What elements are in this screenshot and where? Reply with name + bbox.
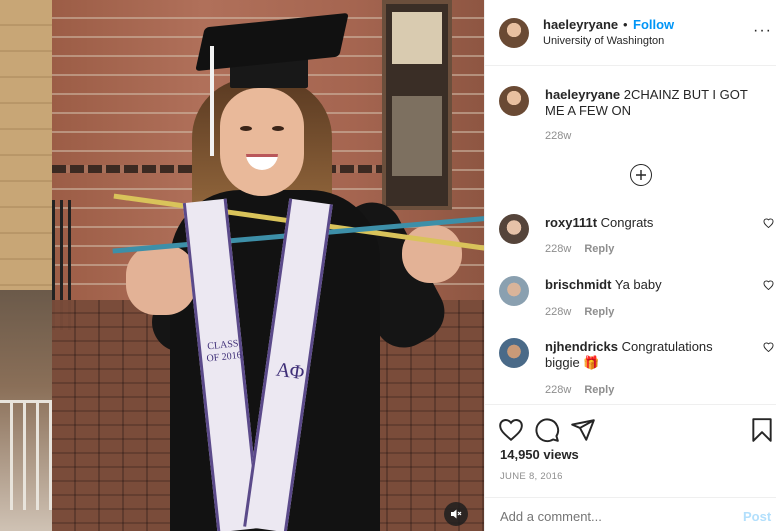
building-door: [382, 0, 452, 210]
commenter-avatar[interactable]: [499, 276, 529, 306]
post-date[interactable]: JUNE 8, 2016: [500, 471, 563, 482]
more-options-icon[interactable]: ···: [753, 22, 772, 40]
wood-wall: [0, 0, 52, 290]
white-railing: [0, 400, 52, 510]
heart-icon[interactable]: [498, 417, 524, 443]
comment-username[interactable]: brischmidt: [545, 277, 611, 292]
comment-body: Congrats: [600, 215, 654, 230]
graduate-right-hand: [402, 225, 462, 283]
post-header: haeleyryane • Follow University of Washi…: [485, 0, 776, 66]
comment-time[interactable]: 228w: [545, 243, 571, 255]
previous-image-preview: [0, 0, 52, 531]
comment-text: brischmidt Ya baby: [545, 277, 765, 293]
comment-meta: 228w Reply: [545, 306, 614, 318]
comment-meta: 228w Reply: [545, 384, 614, 396]
smile: [246, 154, 278, 170]
comment-composer: Post: [485, 497, 776, 531]
left-eye: [240, 126, 252, 131]
caption-username[interactable]: haeleyryane: [545, 87, 620, 102]
graduate-left-hand: [126, 245, 196, 315]
post-location[interactable]: University of Washington: [543, 35, 664, 47]
caption-text: haeleyryane 2CHAINZ BUT I GOT ME A FEW O…: [545, 87, 765, 119]
paper-plane-icon[interactable]: [570, 417, 596, 443]
author-username[interactable]: haeleyryane: [543, 17, 618, 32]
author-avatar[interactable]: [499, 18, 529, 48]
post-photo[interactable]: CLASS OF 2016 ΑΦ: [52, 0, 484, 531]
right-eye: [272, 126, 284, 131]
comment-input[interactable]: [500, 509, 720, 524]
commenter-avatar[interactable]: [499, 214, 529, 244]
door-upper-pane: [392, 12, 442, 64]
comment-icon[interactable]: [534, 417, 560, 443]
view-count[interactable]: 14,950 views: [500, 447, 579, 462]
follow-button[interactable]: Follow: [633, 17, 674, 32]
cap-tassel: [210, 46, 214, 156]
reply-button[interactable]: Reply: [584, 243, 614, 255]
comment-meta: 228w Reply: [545, 243, 614, 255]
heart-icon[interactable]: [763, 218, 774, 228]
graduate-face: [220, 88, 304, 196]
reply-button[interactable]: Reply: [584, 384, 614, 396]
comment-time[interactable]: 228w: [545, 306, 571, 318]
door-lower-pane: [392, 96, 442, 176]
post-comment-button[interactable]: Post: [743, 509, 771, 524]
comment-text: roxy111t Congrats: [545, 215, 765, 231]
reply-button[interactable]: Reply: [584, 306, 614, 318]
header-separator: •: [623, 17, 628, 32]
heart-icon[interactable]: [763, 342, 774, 352]
comment-username[interactable]: njhendricks: [545, 339, 618, 354]
caption-time[interactable]: 228w: [545, 130, 571, 142]
post-side-panel: haeleyryane • Follow University of Washi…: [484, 0, 776, 531]
speaker-muted-icon: [451, 509, 462, 519]
comment-body: Ya baby: [614, 277, 662, 292]
plus-circle-icon: [636, 170, 646, 180]
stole-class-text: CLASS OF 2016: [206, 338, 243, 365]
commenter-avatar[interactable]: [499, 338, 529, 368]
load-more-comments-button[interactable]: [630, 164, 652, 186]
stole-letters: ΑΦ: [274, 358, 306, 385]
comment-text: njhendricks Congratulations biggie 🎁: [545, 339, 750, 371]
caption-avatar[interactable]: [499, 86, 529, 116]
heart-icon[interactable]: [763, 280, 774, 290]
mute-button[interactable]: [444, 502, 468, 526]
caption-meta: 228w: [545, 130, 571, 142]
bookmark-icon[interactable]: [749, 417, 775, 443]
comment-username[interactable]: roxy111t: [545, 215, 597, 230]
post-actions: 14,950 views JUNE 8, 2016 Post: [485, 404, 776, 531]
comment-time[interactable]: 228w: [545, 384, 571, 396]
